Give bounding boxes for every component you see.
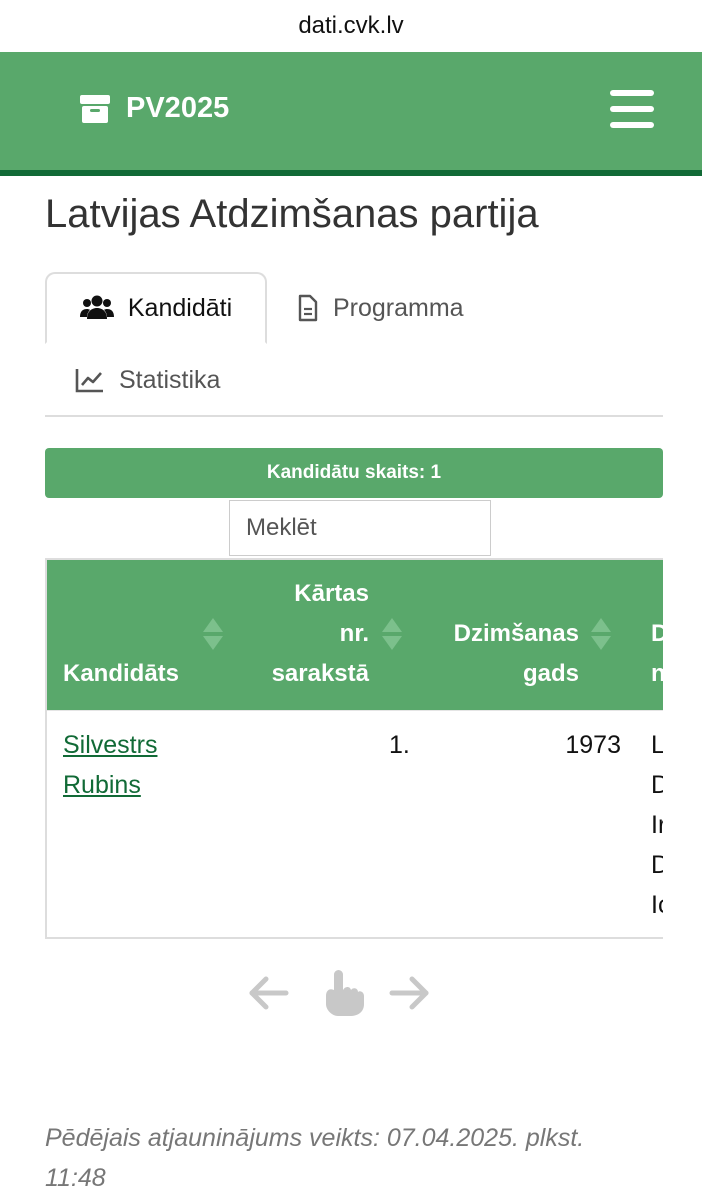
header-kartas-line3: sarakstā [271, 660, 369, 687]
search-input[interactable] [229, 500, 491, 556]
brand-link[interactable]: PV2025 [80, 92, 229, 125]
browser-url-bar[interactable]: dati.cvk.lv [0, 0, 702, 52]
tab-programma-label: Programma [333, 293, 464, 322]
candidate-count-bar: Kandidātu skaits: 1 [45, 448, 663, 498]
last-updated-line1: Pēdējais atjauninājums veikts: 07.04.202… [45, 1124, 585, 1152]
table-row: Silvestrs Rubins 1. 1973 L D Ir D Ic [47, 710, 663, 937]
header-clipped-column[interactable]: D n [651, 614, 663, 694]
clipped-line: Ir [651, 811, 663, 839]
tab-statistika-label: Statistika [119, 365, 221, 394]
candidate-last-name[interactable]: Rubins [63, 765, 157, 805]
document-icon [298, 294, 318, 322]
candidates-table[interactable]: Kandidāts Kārtas nr. sarakstā Dzimšanas … [45, 558, 663, 939]
header-clipped-line1: D [651, 614, 663, 654]
last-updated-note: Pēdējais atjauninājums veikts: 07.04.202… [45, 1118, 665, 1198]
tab-kandidati-label: Kandidāti [127, 293, 233, 322]
header-dzimsanas-line2: gads [522, 660, 579, 687]
clipped-line: D [651, 765, 663, 805]
header-kartas-nr[interactable]: Kārtas nr. sarakstā [247, 574, 369, 694]
header-dzimsanas-gads[interactable]: Dzimšanas gads [427, 614, 579, 694]
candidate-first-name[interactable]: Silvestrs [63, 725, 157, 765]
hamburger-menu-button[interactable] [610, 90, 656, 132]
clipped-line: L [651, 725, 663, 765]
brand-label: PV2025 [126, 92, 230, 124]
tab-kandidati[interactable]: Kandidāti [45, 272, 267, 344]
top-navbar: PV2025 [0, 52, 702, 176]
tab-statistika[interactable]: Statistika [75, 348, 220, 412]
birth-year-cell: 1973 [565, 731, 621, 759]
tab-bar: Kandidāti Programma Statistika [45, 272, 663, 417]
header-kandidats[interactable]: Kandidāts [63, 654, 179, 694]
header-kartas-line2: nr. [339, 620, 369, 647]
header-dzimsanas-line1: Dzimšanas [453, 620, 579, 647]
clipped-text-cell: L D Ir D Ic [651, 725, 663, 925]
table-header: Kandidāts Kārtas nr. sarakstā Dzimšanas … [47, 560, 663, 710]
header-clipped-line2: n [651, 654, 663, 694]
users-icon [79, 295, 114, 319]
arrow-left-icon [249, 976, 289, 1010]
tab-programma[interactable]: Programma [297, 272, 464, 344]
hand-pointer-icon [326, 970, 364, 1016]
url-text: dati.cvk.lv [298, 12, 404, 39]
list-number-cell: 1. [389, 731, 410, 759]
header-kartas-line1: Kārtas [294, 580, 369, 607]
clipped-line: Ic [651, 891, 663, 919]
arrow-right-icon [389, 976, 429, 1010]
candidate-count-label: Kandidātu skaits: 1 [266, 462, 442, 483]
last-updated-line2: 11:48 [45, 1164, 106, 1192]
swipe-hint [246, 966, 436, 1020]
chart-line-icon [75, 369, 103, 393]
candidate-name-link[interactable]: Silvestrs Rubins [63, 725, 157, 805]
archive-icon [80, 94, 110, 123]
clipped-line: D [651, 845, 663, 885]
header-kandidats-label: Kandidāts [63, 660, 180, 687]
page-title: Latvijas Atdzimšanas partija [45, 192, 539, 236]
